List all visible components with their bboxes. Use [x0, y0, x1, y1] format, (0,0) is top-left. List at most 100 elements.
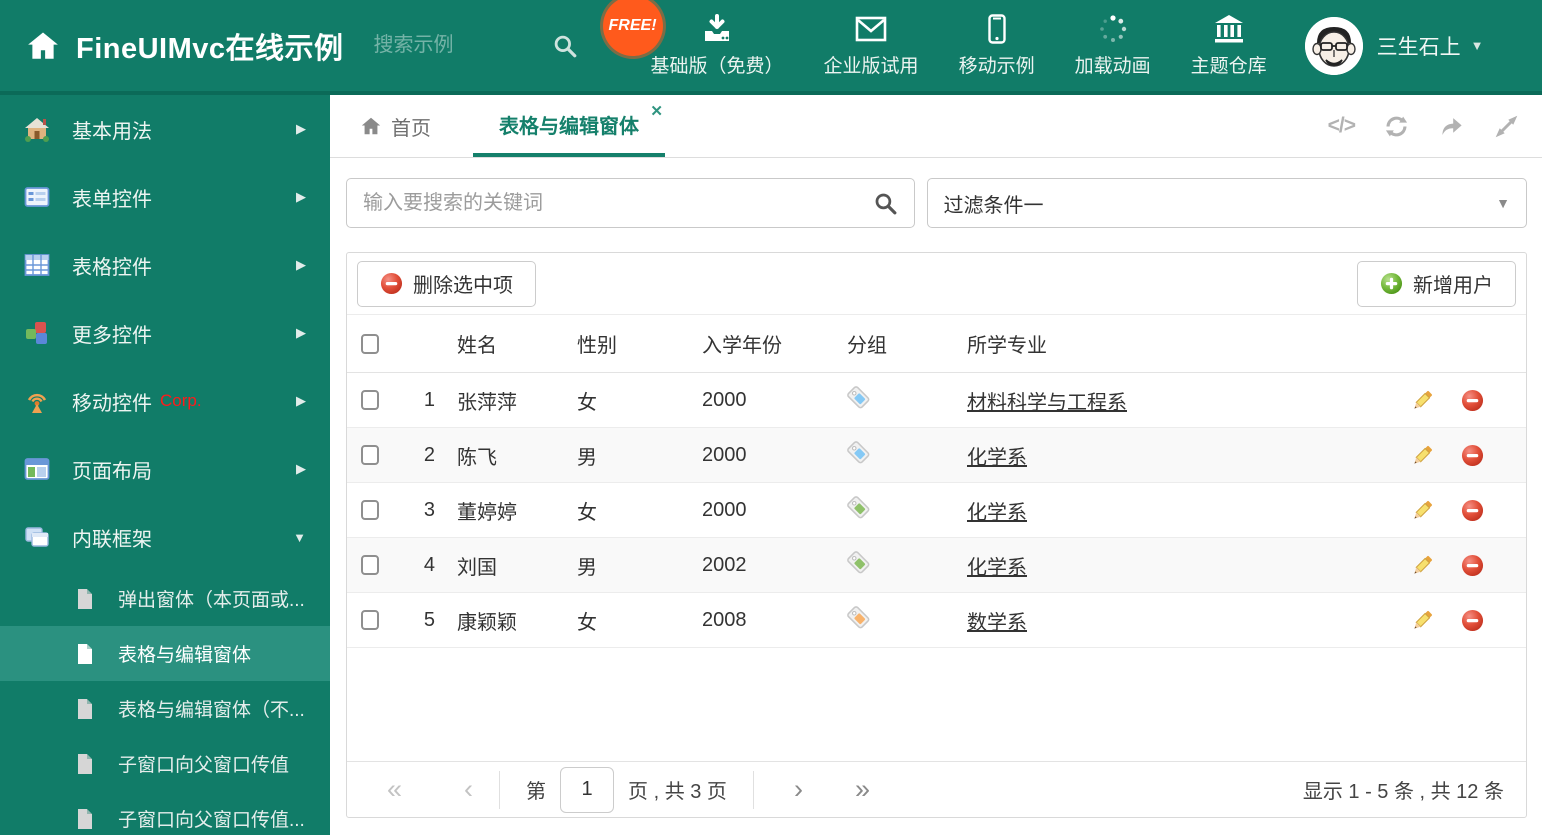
major-link[interactable]: 化学系	[967, 502, 1027, 524]
filter-row: 过滤条件一 ▼	[346, 178, 1527, 228]
edit-pencil-icon[interactable]	[1410, 608, 1435, 633]
col-name[interactable]: 姓名	[451, 329, 571, 358]
table-empty-space	[347, 648, 1526, 761]
sidebar-item-more-controls[interactable]: 更多控件 ▶	[0, 299, 330, 367]
tab-label: 表格与编辑窗体	[499, 115, 639, 138]
sidebar-item-inline-frame[interactable]: 内联框架 ▼	[0, 503, 330, 571]
table-row[interactable]: 5 康颖颖 女 2008 数学系	[347, 593, 1526, 648]
col-year[interactable]: 入学年份	[696, 329, 841, 358]
user-name[interactable]: 三生石上	[1377, 31, 1461, 61]
major-link[interactable]: 数学系	[967, 612, 1027, 634]
tab-bar: 首页 表格与编辑窗体 ✕ </>	[330, 95, 1542, 158]
row-number: 4	[423, 553, 435, 576]
page-prefix: 第	[526, 781, 547, 803]
delete-minus-icon[interactable]	[1461, 609, 1484, 632]
cell-year: 2000	[702, 388, 747, 411]
nav-loading-animation[interactable]: 加载动画	[1075, 14, 1151, 78]
cell-gender: 女	[577, 611, 597, 634]
chevron-right-icon: ▶	[296, 393, 306, 408]
edit-pencil-icon[interactable]	[1410, 443, 1435, 468]
major-link[interactable]: 化学系	[967, 447, 1027, 469]
col-major[interactable]: 所学专业	[961, 329, 1381, 358]
file-icon	[74, 588, 96, 610]
search-icon[interactable]	[873, 191, 898, 216]
tag-icon	[845, 384, 872, 411]
spinner-icon	[1099, 14, 1126, 42]
tab-grid-edit-window[interactable]: 表格与编辑窗体 ✕	[473, 95, 665, 157]
nav-mobile-demo[interactable]: 移动示例	[959, 13, 1035, 78]
sidebar-item-page-layout[interactable]: 页面布局 ▶	[0, 435, 330, 503]
nav-enterprise-trial[interactable]: 企业版试用	[824, 14, 919, 78]
delete-minus-icon[interactable]	[1461, 499, 1484, 522]
edit-pencil-icon[interactable]	[1410, 388, 1435, 413]
avatar[interactable]	[1304, 16, 1363, 75]
sidebar-subitem-popup-window[interactable]: 弹出窗体（本页面或...	[0, 571, 330, 626]
sidebar-subitem-grid-edit-window-alt[interactable]: 表格与编辑窗体（不...	[0, 681, 330, 736]
page-number-input[interactable]	[560, 766, 615, 813]
cell-name: 董婷婷	[457, 501, 517, 524]
sidebar-subitem-grid-edit-window[interactable]: 表格与编辑窗体	[0, 626, 330, 681]
header-search-input[interactable]	[373, 34, 534, 57]
close-icon[interactable]: ✕	[650, 102, 663, 120]
table-row[interactable]: 4 刘国 男 2002 化学系	[347, 538, 1526, 593]
search-icon[interactable]	[552, 33, 578, 59]
cell-year: 2000	[702, 498, 747, 521]
keyword-search-input[interactable]	[347, 191, 873, 215]
first-page-icon[interactable]: «	[387, 776, 402, 803]
app-title: FineUIMvc在线示例	[76, 32, 344, 65]
sidebar-item-basic-usage[interactable]: 基本用法 ▶	[0, 95, 330, 163]
divider	[499, 770, 501, 809]
row-number: 5	[423, 608, 435, 631]
record-summary: 显示 1 - 5 条 , 共 12 条	[1302, 781, 1504, 803]
last-page-icon[interactable]: »	[855, 776, 870, 803]
chevron-right-icon: ▶	[296, 325, 306, 340]
row-checkbox[interactable]	[361, 445, 379, 466]
prev-page-icon[interactable]: ‹	[464, 776, 473, 803]
major-link[interactable]: 材料科学与工程系	[967, 392, 1127, 414]
nav-basic-edition[interactable]: FREE! 基础版（免费）	[602, 0, 784, 78]
edit-pencil-icon[interactable]	[1410, 553, 1435, 578]
file-icon	[74, 808, 96, 830]
sidebar-item-form-controls[interactable]: 表单控件 ▶	[0, 163, 330, 231]
row-checkbox[interactable]	[361, 555, 379, 576]
sidebar-subitem-child-to-parent-alt[interactable]: 子窗口向父窗口传值...	[0, 791, 330, 835]
select-all-checkbox[interactable]	[361, 333, 379, 354]
col-group[interactable]: 分组	[841, 329, 961, 358]
table-row[interactable]: 3 董婷婷 女 2000 化学系	[347, 483, 1526, 538]
tab-home[interactable]: 首页	[346, 95, 445, 157]
chevron-right-icon: ▶	[296, 461, 306, 476]
row-checkbox[interactable]	[361, 500, 379, 521]
source-code-icon[interactable]: </>	[1328, 114, 1356, 138]
cell-year: 2002	[702, 553, 747, 576]
sidebar-item-grid-controls[interactable]: 表格控件 ▶	[0, 231, 330, 299]
refresh-icon[interactable]	[1383, 113, 1410, 140]
add-user-button[interactable]: 新增用户	[1357, 260, 1516, 307]
user-menu[interactable]: 三生石上 ▼	[1304, 16, 1483, 75]
filter-select[interactable]: 过滤条件一 ▼	[926, 178, 1527, 228]
delete-minus-icon[interactable]	[1461, 389, 1484, 412]
sidebar-item-mobile-controls[interactable]: 移动控件 Corp. ▶	[0, 367, 330, 435]
delete-minus-icon[interactable]	[1461, 444, 1484, 467]
main-area: 首页 表格与编辑窗体 ✕ </> 输入要搜索的关键词 过滤条件一 ▼ 删除选中项…	[330, 95, 1542, 835]
nav-theme-repo[interactable]: 主题仓库	[1191, 14, 1267, 78]
major-link[interactable]: 化学系	[967, 557, 1027, 579]
file-icon	[74, 753, 96, 775]
chevron-right-icon: ▶	[296, 257, 306, 272]
share-icon[interactable]	[1438, 113, 1465, 140]
next-page-icon[interactable]: ›	[794, 776, 803, 803]
delete-selected-button[interactable]: 删除选中项	[357, 260, 536, 307]
col-gender[interactable]: 性别	[571, 329, 696, 358]
edit-pencil-icon[interactable]	[1410, 498, 1435, 523]
table-row[interactable]: 1 张萍萍 女 2000 材料科学与工程系	[347, 373, 1526, 428]
cubes-icon	[26, 322, 47, 344]
tag-icon	[845, 549, 872, 576]
page-suffix: 页 , 共 3 页	[628, 781, 727, 803]
table-row[interactable]: 2 陈飞 男 2000 化学系	[347, 428, 1526, 483]
delete-minus-icon[interactable]	[1461, 554, 1484, 577]
sidebar: 基本用法 ▶ 表单控件 ▶ 表格控件 ▶ 更多控件 ▶ 移动控件 Corp. ▶…	[0, 95, 330, 835]
home-icon[interactable]	[26, 29, 60, 63]
sidebar-subitem-child-to-parent[interactable]: 子窗口向父窗口传值	[0, 736, 330, 791]
row-checkbox[interactable]	[361, 610, 379, 631]
expand-icon[interactable]	[1493, 113, 1520, 140]
row-checkbox[interactable]	[361, 390, 379, 411]
